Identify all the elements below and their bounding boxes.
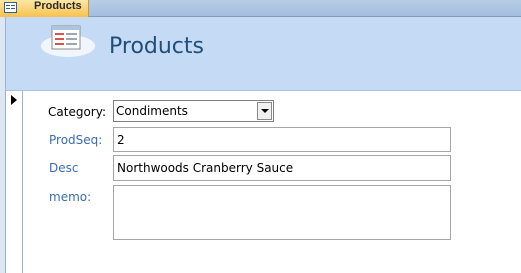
page-title: Products — [109, 34, 204, 59]
tab-label: Products — [34, 0, 82, 12]
desc-label: Desc — [49, 161, 79, 175]
category-value: Condiments — [116, 104, 188, 118]
tab-products[interactable]: Products — [0, 0, 89, 17]
current-record-arrow-icon — [11, 95, 17, 105]
memo-field[interactable] — [113, 185, 451, 240]
prodseq-label: ProdSeq: — [49, 133, 103, 147]
desc-field[interactable]: Northwoods Cranberry Sauce — [113, 155, 451, 181]
memo-label: memo: — [49, 190, 92, 204]
prodseq-field[interactable]: 2 — [113, 127, 451, 152]
record-selector[interactable] — [6, 91, 23, 273]
category-combo[interactable]: Condiments — [113, 100, 274, 122]
form-header: Products — [6, 17, 521, 91]
category-label: Category: — [48, 105, 106, 119]
chevron-down-icon[interactable] — [257, 102, 272, 120]
form-icon — [41, 25, 95, 57]
document-tab-bar: Products — [0, 0, 521, 17]
form-icon — [4, 2, 17, 13]
